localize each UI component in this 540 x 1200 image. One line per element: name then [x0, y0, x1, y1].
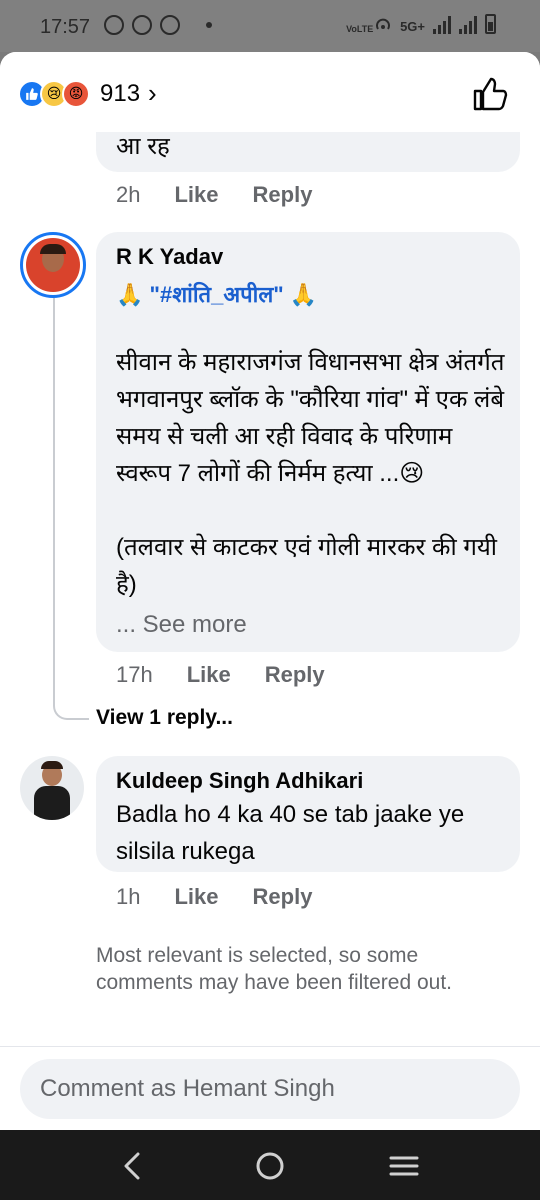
system-icons: VoLTE 5G+: [346, 14, 496, 34]
hotspot-icon: [376, 18, 391, 30]
comment-time: 2h: [116, 182, 141, 207]
comment-time: 1h: [116, 884, 141, 909]
more-notifications-dot: [206, 22, 212, 28]
comment-bubble: Kuldeep Singh Adhikari Badla ho 4 ka 40 …: [96, 756, 520, 872]
angry-reaction-icon: 😡: [62, 79, 90, 108]
folded-hands-icon: 🙏: [289, 282, 318, 307]
avatar[interactable]: [20, 756, 84, 820]
filter-note: Most relevant is selected, so some comme…: [96, 944, 453, 994]
reply-button[interactable]: Reply: [253, 884, 313, 910]
view-replies-link[interactable]: View 1 reply...: [96, 706, 233, 730]
comment-time: 17h: [116, 662, 153, 687]
system-nav-bar: [0, 1130, 540, 1200]
comment-bubble: R K Yadav 🙏 "#शांति_अपील" 🙏 सीवान के महा…: [96, 232, 520, 652]
notification-app-icon: [104, 15, 124, 35]
battery-icon: [485, 14, 496, 34]
folded-hands-icon: 🙏: [116, 282, 144, 307]
like-button[interactable]: Like: [187, 662, 231, 688]
notification-icons: [104, 15, 212, 35]
see-more-link[interactable]: ... See more: [116, 606, 247, 643]
hashtag-link[interactable]: "#शांति_अपील": [150, 282, 284, 307]
status-bar: 17:57 VoLTE 5G+: [0, 0, 540, 52]
reactions-header: 😢 😡 913 ›: [0, 52, 540, 132]
reply-thread-line: [53, 296, 89, 720]
reply-button[interactable]: Reply: [265, 662, 325, 688]
clock: 17:57: [40, 16, 91, 38]
comment-text: आ रह: [116, 133, 170, 160]
signal-icon: [433, 16, 451, 34]
volte-badge: VoLTE: [346, 24, 374, 34]
thumbs-up-icon[interactable]: [470, 74, 510, 114]
globe-icon: [160, 15, 180, 35]
comment-text: Badla ho 4 ka 40 se tab jaake ye silsila…: [116, 801, 465, 865]
comment-author[interactable]: Kuldeep Singh Adhikari: [116, 768, 363, 794]
whatsapp-icon: [132, 15, 152, 35]
reactions-summary[interactable]: 😢 😡 913 ›: [18, 78, 157, 109]
composer-bar: Comment as Hemant Singh: [0, 1046, 540, 1130]
avatar[interactable]: [20, 232, 86, 298]
back-icon[interactable]: [116, 1148, 152, 1184]
network-type: 5G+: [400, 19, 425, 34]
reaction-count: 913: [100, 79, 141, 107]
comment-text-continued: (तलवार से काटकर एवं गोली मारकर की गयी है…: [116, 534, 497, 598]
comment-actions: 1h Like Reply: [116, 884, 346, 910]
comment-actions: 2h Like Reply: [116, 182, 346, 208]
comment-author[interactable]: R K Yadav: [116, 244, 223, 270]
reply-button[interactable]: Reply: [253, 182, 313, 208]
signal-icon-2: [459, 16, 477, 34]
comment-hashtag-line: 🙏 "#शांति_अपील" 🙏: [116, 276, 317, 313]
chevron-right-icon: ›: [148, 78, 157, 108]
comment-input[interactable]: Comment as Hemant Singh: [20, 1059, 520, 1119]
home-icon[interactable]: [252, 1148, 288, 1184]
recent-apps-icon[interactable]: [386, 1148, 422, 1184]
like-button[interactable]: Like: [174, 884, 218, 910]
comments-sheet: 😢 😡 913 › आ रह 2h Like Reply R K Yadav 🙏…: [0, 52, 540, 1130]
like-button[interactable]: Like: [174, 182, 218, 208]
comment-text: सीवान के महाराजगंज विधानसभा क्षेत्र अंतर…: [116, 349, 505, 487]
comment-actions: 17h Like Reply: [116, 662, 359, 688]
